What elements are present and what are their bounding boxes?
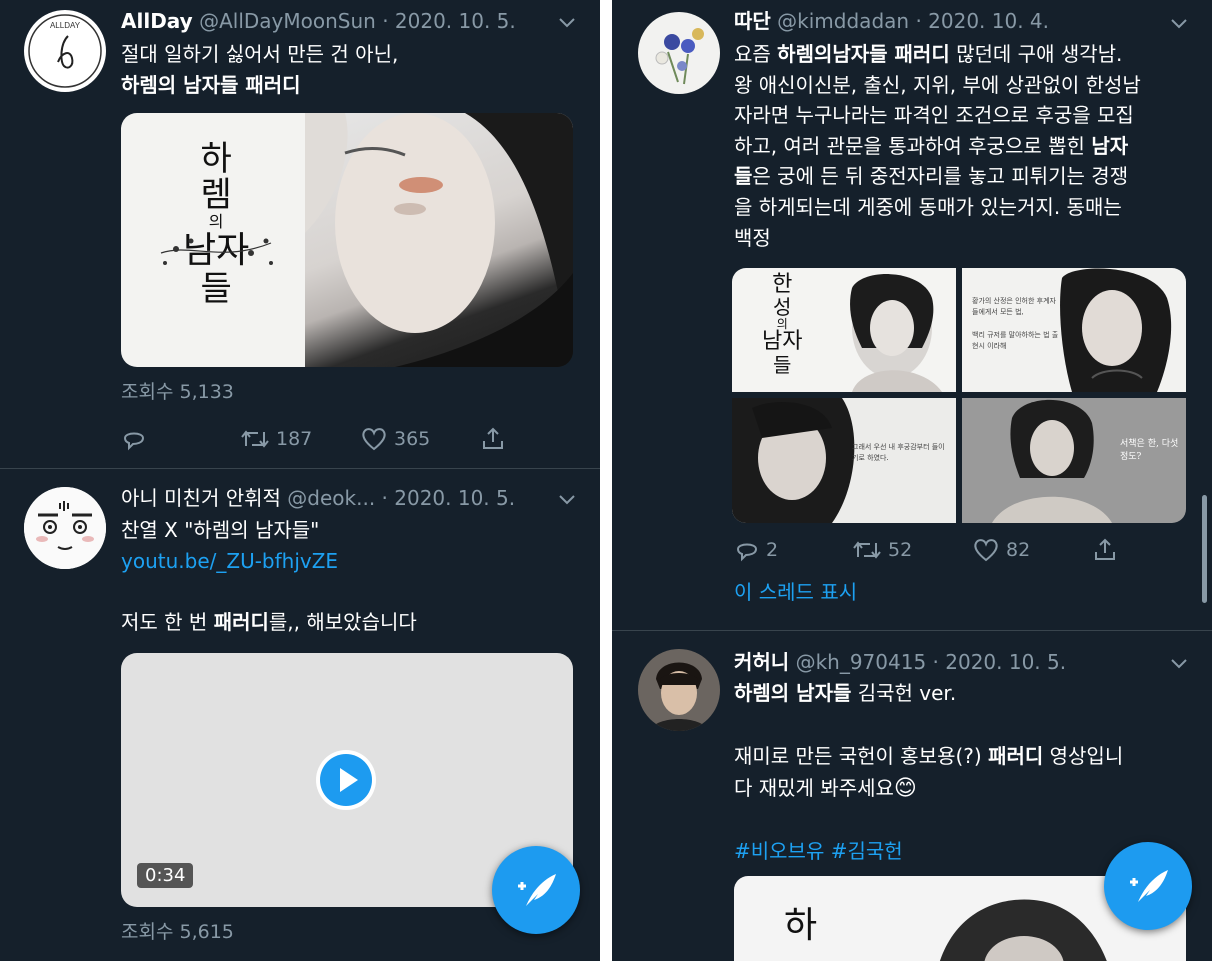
avatar[interactable]: [638, 649, 720, 731]
share-button[interactable]: [480, 424, 506, 454]
portrait-illustration: [1060, 268, 1172, 392]
compose-tweet-button[interactable]: [1104, 842, 1192, 930]
cartoon-face-icon: [24, 487, 106, 569]
tweet-text: 요즘 하렘의남자들 패러디 많던데 구애 생각남. 왕 애신이신분, 출신, 지…: [734, 42, 1141, 250]
like-count: 365: [394, 428, 431, 450]
reply-count: 2: [766, 539, 779, 561]
grid-photo-2[interactable]: 황가의 산정은 인허한 후계자들에게서 모든 법, 백리 규저를 말아하하는 법…: [962, 268, 1186, 392]
retweet-count: 52: [888, 539, 913, 561]
display-name[interactable]: 따단: [734, 9, 771, 33]
person-avatar-icon: [638, 649, 720, 731]
photo-grid[interactable]: 한 성 의 남자 들 황가의 산정은 인허한 후계자들에게서 모든 법, 백리 …: [732, 268, 1186, 523]
video-duration: 0:34: [137, 863, 194, 888]
tweet-text: 절대 일하기 싫어서 만든 건 아닌, 하렘의 남자들 패러디: [121, 42, 399, 97]
retweet-icon: [241, 430, 269, 448]
timestamp[interactable]: · 2020. 10. 5.: [382, 9, 516, 33]
reply-button[interactable]: 2: [734, 535, 778, 565]
reply-button[interactable]: [121, 424, 147, 454]
display-name[interactable]: 커허니: [734, 650, 789, 674]
play-icon: [340, 768, 358, 792]
like-icon: [362, 428, 386, 451]
grid-photo-1[interactable]: 한 성 의 남자 들: [732, 268, 956, 392]
chevron-down-icon[interactable]: [1168, 652, 1190, 674]
tweet-allday[interactable]: ALLDAY AllDay @AllDayMoonSun · 2020. 10.…: [0, 0, 600, 468]
retweet-button[interactable]: 187: [240, 424, 312, 454]
view-count: 조회수 5,133: [121, 381, 234, 403]
handle[interactable]: @AllDayMoonSun: [199, 9, 376, 33]
svg-text:ALLDAY: ALLDAY: [50, 21, 81, 30]
timestamp[interactable]: · 2020. 10. 4.: [915, 9, 1049, 33]
tweet-header: 커허니 @kh_970415 · 2020. 10. 5.: [734, 647, 1066, 677]
avatar[interactable]: [638, 12, 720, 94]
compose-tweet-icon: [1130, 870, 1168, 902]
grid-photo-3[interactable]: 그래서 우선 내 후궁감부터 들이기로 하였다.: [732, 398, 956, 523]
grid-caption: 그래서 우선 내 후궁감부터 들이기로 하였다.: [852, 443, 945, 462]
tweet-image[interactable]: 하 렘 의 남자 들: [121, 113, 573, 367]
display-name[interactable]: 아니 미친거 안휘적: [121, 486, 281, 510]
like-button[interactable]: 82: [972, 535, 1030, 565]
reply-icon: [123, 432, 145, 451]
timestamp[interactable]: · 2020. 10. 5.: [382, 486, 516, 510]
reply-icon: [736, 543, 758, 562]
like-count: 82: [1006, 539, 1031, 561]
tweet-text: 하렘의 남자들 김국헌 ver. 재미로 만든 국헌이 홍보용(?) 패러디 영…: [734, 681, 1124, 863]
right-timeline-panel: 따단 @kimddadan · 2020. 10. 4. 요즘 하렘의남자들 패…: [612, 0, 1212, 961]
handle[interactable]: @kh_970415: [796, 650, 927, 674]
share-button[interactable]: [1092, 535, 1118, 565]
share-icon: [483, 427, 503, 449]
flower-branch-illustration: [160, 238, 273, 265]
compose-tweet-icon: [518, 874, 556, 906]
tweet-link[interactable]: youtu.be/_ZU-bfhjvZE: [121, 549, 338, 573]
poster-panel: 하 렘 의 남자 들: [121, 113, 305, 367]
hashtag-links[interactable]: #비오브유 #김국헌: [734, 839, 903, 863]
display-name[interactable]: AllDay: [121, 9, 193, 33]
smile-emoji: 😊: [893, 775, 917, 801]
tweet-header: AllDay @AllDayMoonSun · 2020. 10. 5.: [121, 6, 516, 36]
avatar[interactable]: [24, 487, 106, 569]
like-button[interactable]: 365: [360, 424, 430, 454]
tweet-kimddadan[interactable]: 따단 @kimddadan · 2020. 10. 4. 요즘 하렘의남자들 패…: [612, 0, 1212, 630]
chevron-down-icon[interactable]: [556, 11, 578, 33]
scrollbar[interactable]: [1202, 495, 1207, 603]
avatar[interactable]: ALLDAY: [24, 10, 106, 92]
tweet-header: 따단 @kimddadan · 2020. 10. 4.: [734, 6, 1049, 36]
tweet-text: 찬열 X "하렘의 남자들" youtu.be/_ZU-bfhjvZE 저도 한…: [121, 518, 417, 634]
retweet-count: 187: [276, 428, 313, 450]
show-thread-link[interactable]: 이 스레드 표시: [734, 576, 857, 605]
compose-tweet-button[interactable]: [492, 846, 580, 934]
portrait-illustration: [850, 274, 942, 392]
play-button[interactable]: [316, 750, 376, 810]
grid-photo-4[interactable]: 서책은 한, 다섯정도?: [962, 398, 1186, 523]
left-timeline-panel: ALLDAY AllDay @AllDayMoonSun · 2020. 10.…: [0, 0, 600, 961]
retweet-icon: [853, 541, 881, 559]
portrait-photo: [305, 113, 573, 367]
chevron-down-icon[interactable]: [556, 488, 578, 510]
tweet-header: 아니 미친거 안휘적 @deok... · 2020. 10. 5.: [121, 483, 515, 513]
handle[interactable]: @deok...: [287, 486, 375, 510]
retweet-button[interactable]: 52: [852, 535, 912, 565]
share-icon: [1095, 538, 1115, 560]
like-icon: [974, 539, 998, 562]
grid-caption: 서책은 한, 다섯정도?: [1120, 439, 1179, 462]
view-count: 조회수 5,615: [121, 921, 234, 943]
allday-logo-icon: ALLDAY: [28, 14, 102, 88]
portrait-illustration: [305, 113, 573, 367]
chevron-down-icon[interactable]: [1168, 12, 1190, 34]
flower-avatar-icon: [655, 28, 704, 85]
handle[interactable]: @kimddadan: [777, 9, 909, 33]
timestamp[interactable]: · 2020. 10. 5.: [933, 650, 1067, 674]
